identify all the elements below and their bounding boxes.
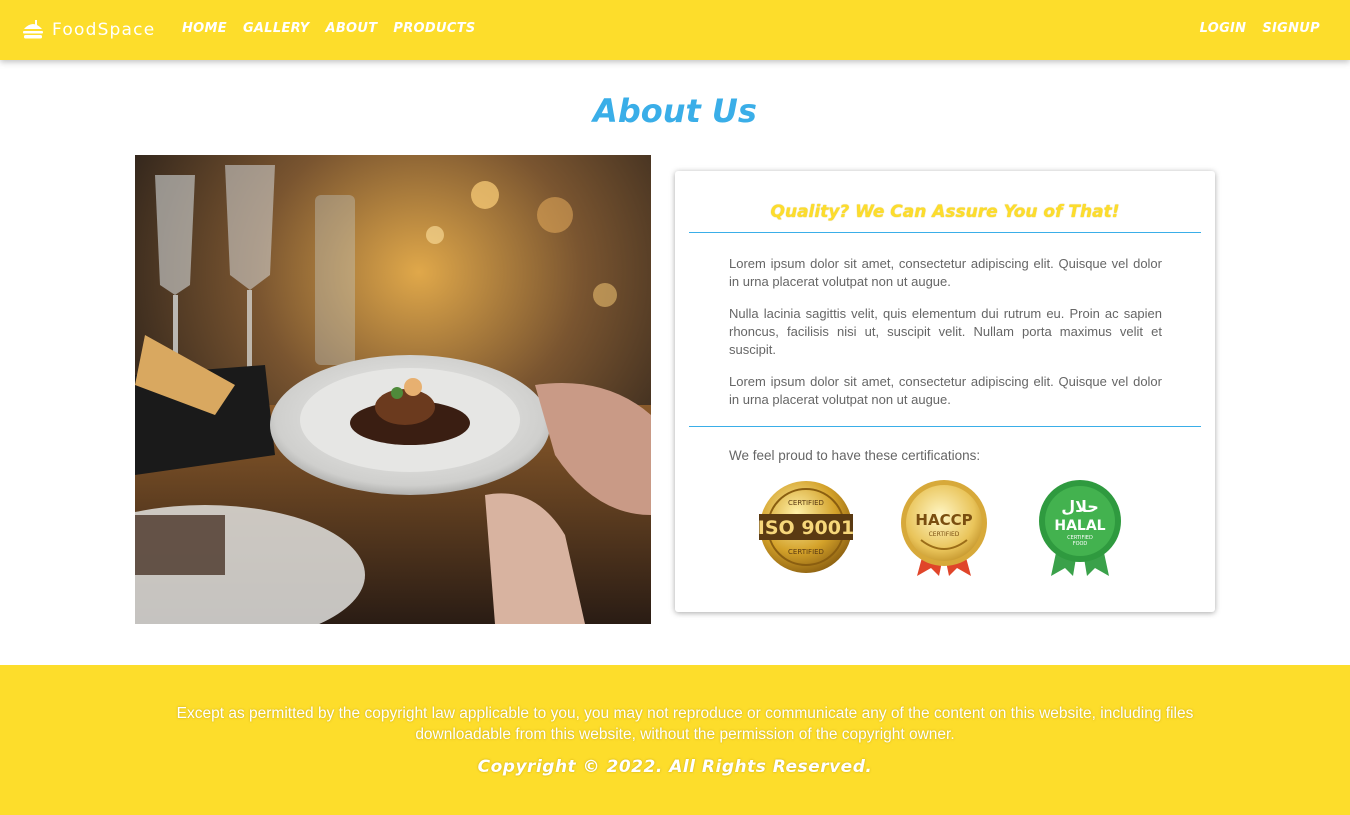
iso-main-text: ISO 9001 [758,517,854,539]
page-title: About Us [593,92,757,130]
nav-gallery[interactable]: GALLERY [243,21,310,36]
nav-products[interactable]: PRODUCTS [393,21,475,36]
nav-about[interactable]: ABOUT [325,21,377,36]
halal-main-text: HALAL [1054,518,1105,534]
nav-home[interactable]: HOME [182,21,227,36]
copyright-line: Copyright © 2022. All Rights Reserved. [477,757,873,777]
iso-top-text: CERTIFIED [788,499,824,507]
login-link[interactable]: LOGIN [1200,21,1247,36]
iso-bottom-text: CERTIFIED [788,548,824,556]
card-heading: Quality? We Can Assure You of That! [770,202,1120,222]
divider-bottom [689,426,1201,427]
signup-link[interactable]: SIGNUP [1262,21,1320,36]
haccp-badge: HACCP CERTIFIED [901,480,987,576]
about-card: Quality? We Can Assure You of That! Lore… [675,171,1215,612]
halal-badge: حلال HALAL CERTIFIED FOOD [1039,480,1121,576]
burger-icon [23,20,43,39]
halal-arabic-text: حلال [1061,497,1099,516]
brand-name: FoodSpace [52,20,156,40]
haccp-sub-text: CERTIFIED [929,531,960,538]
cert-intro: We feel proud to have these certificatio… [729,448,981,463]
about-paragraph-1: Lorem ipsum dolor sit amet, consectetur … [729,256,1162,289]
restaurant-photo [135,155,651,624]
navbar: FoodSpace HOME GALLERY ABOUT PRODUCTS LO… [0,0,1350,60]
footer: Except as permitted by the copyright law… [0,665,1350,815]
about-paragraph-3: Lorem ipsum dolor sit amet, consectetur … [729,374,1162,407]
nav-links: HOME GALLERY ABOUT PRODUCTS [182,21,476,36]
copyright-notice: Except as permitted by the copyright law… [176,705,1194,743]
brand[interactable]: FoodSpace [22,16,155,44]
certification-badges: ISO 9001 CERTIFIED CERTIFIED HACCP CERTI… [757,478,1137,588]
haccp-main-text: HACCP [915,511,972,529]
about-text: Lorem ipsum dolor sit amet, consectetur … [729,255,1162,423]
about-paragraph-2: Nulla lacinia sagittis velit, quis eleme… [729,306,1162,357]
halal-sub2-text: FOOD [1073,541,1088,547]
dining-scene-illustration [135,155,651,624]
iso-9001-badge: ISO 9001 CERTIFIED CERTIFIED [758,481,854,573]
auth-links: LOGIN SIGNUP [1200,21,1320,36]
divider-top [689,232,1201,233]
